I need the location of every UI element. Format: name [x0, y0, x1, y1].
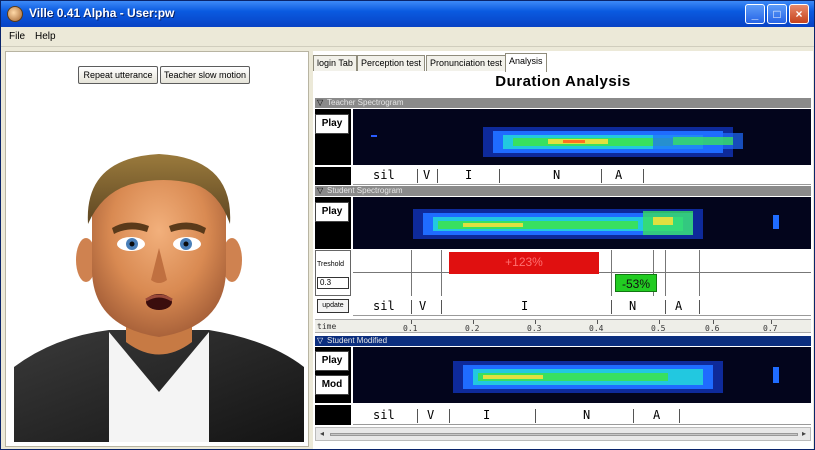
segment-label: sil: [373, 168, 395, 182]
student-spectrogram: [353, 197, 811, 249]
app-window: Ville 0.41 Alpha - User:pw _ □ × File He…: [0, 0, 815, 450]
student-section-label: Student Spectrogram: [327, 186, 403, 195]
segment-label: A: [675, 299, 683, 313]
avatar-pane: Repeat utterance Teacher slow motion: [5, 51, 309, 447]
page-title: Duration Analysis: [495, 73, 631, 90]
segment-label: V: [427, 408, 435, 422]
time-tick-label: 0.3: [527, 324, 542, 333]
collapse-triangle-icon[interactable]: ▽: [317, 186, 323, 196]
tab-login[interactable]: login Tab: [313, 55, 357, 71]
segment-label: I: [465, 168, 473, 182]
time-tick-label: 0.5: [651, 324, 666, 333]
time-axis-label: time: [317, 322, 337, 331]
talking-head-avatar: [14, 154, 304, 442]
time-tick-label: 0.4: [589, 324, 604, 333]
segment-label: N: [629, 299, 637, 313]
modified-segment-spacer: [315, 405, 351, 425]
analysis-pane: login Tab Perception test Pronunciation …: [313, 51, 813, 449]
student-segmentation: sil V I N A: [353, 298, 811, 316]
vowel-i-increase-bar: +123%: [449, 252, 599, 274]
segment-label: sil: [373, 299, 395, 313]
time-tick-label: 0.6: [705, 324, 720, 333]
scroll-right-arrow-icon[interactable]: ▸: [798, 428, 810, 440]
student-section-header[interactable]: ▽ Student Spectrogram: [315, 186, 811, 196]
teacher-section-header[interactable]: ▽ Teacher Spectrogram: [315, 98, 811, 108]
student-play-button[interactable]: Play: [315, 202, 349, 222]
segment-label: V: [423, 168, 431, 182]
minimize-button[interactable]: _: [745, 4, 765, 24]
teacher-segment-spacer: [315, 167, 351, 185]
maximize-button[interactable]: □: [767, 4, 787, 24]
teacher-play-button[interactable]: Play: [315, 114, 349, 134]
modified-segmentation: sil V I N A: [353, 407, 811, 425]
horizontal-scrollbar[interactable]: ◂ ▸: [315, 427, 811, 441]
time-tick-label: 0.7: [763, 324, 778, 333]
segment-label: V: [419, 299, 427, 313]
modified-play-button[interactable]: Play: [315, 351, 349, 371]
scroll-left-arrow-icon[interactable]: ◂: [316, 428, 328, 440]
threshold-panel: [315, 250, 351, 296]
threshold-input[interactable]: 0.3: [317, 277, 349, 289]
teacher-section-label: Teacher Spectrogram: [327, 98, 404, 107]
collapse-triangle-icon[interactable]: ▽: [317, 98, 323, 108]
close-button[interactable]: ×: [789, 4, 809, 24]
menu-help[interactable]: Help: [35, 31, 56, 42]
window-title: Ville 0.41 Alpha - User:pw: [29, 6, 175, 20]
time-axis: time 0.1 0.2 0.3 0.4 0.5 0.6 0.7: [315, 319, 811, 333]
segment-label: I: [483, 408, 491, 422]
time-tick-label: 0.1: [403, 324, 418, 333]
modified-mod-button[interactable]: Mod: [315, 375, 349, 395]
segment-label: N: [583, 408, 591, 422]
duration-difference-row: +123% -53%: [353, 250, 811, 296]
update-button[interactable]: update: [317, 299, 349, 313]
repeat-utterance-button[interactable]: Repeat utterance: [78, 66, 158, 84]
teacher-spectrogram: [353, 109, 811, 165]
modified-section-label: Student Modified: [327, 336, 388, 345]
menu-bar: File Help: [1, 27, 814, 47]
tab-analysis[interactable]: Analysis: [505, 53, 547, 72]
segment-label: N: [553, 168, 561, 182]
app-face-icon: [7, 6, 23, 22]
tab-pronunciation-test[interactable]: Pronunciation test: [426, 55, 507, 71]
teacher-slow-motion-button[interactable]: Teacher slow motion: [160, 66, 250, 84]
time-tick-label: 0.2: [465, 324, 480, 333]
segment-label: A: [653, 408, 661, 422]
n-decrease-bar: -53%: [615, 274, 657, 292]
menu-file[interactable]: File: [9, 31, 25, 42]
title-bar: Ville 0.41 Alpha - User:pw _ □ ×: [1, 1, 814, 27]
segment-label: A: [615, 168, 623, 182]
tab-strip: login Tab Perception test Pronunciation …: [313, 53, 813, 72]
segment-label: sil: [373, 408, 395, 422]
threshold-label: Treshold: [317, 261, 344, 268]
segment-label: I: [521, 299, 529, 313]
tab-perception-test[interactable]: Perception test: [357, 55, 426, 71]
modified-section-header[interactable]: ▽ Student Modified: [315, 336, 811, 346]
modified-spectrogram: [353, 347, 811, 403]
teacher-segmentation: sil V I N A: [353, 167, 811, 185]
collapse-triangle-icon[interactable]: ▽: [317, 336, 323, 346]
scroll-track[interactable]: [330, 433, 798, 436]
